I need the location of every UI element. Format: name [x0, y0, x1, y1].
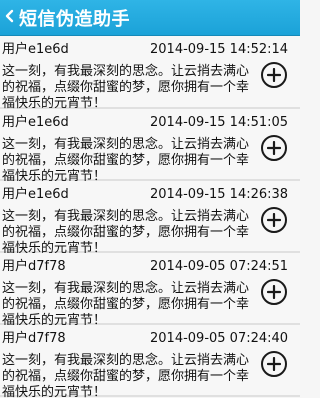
list-item[interactable]: 用户e1e6d 2014-09-15 14:51:05 这一刻，有我最深刻的思念… [0, 109, 300, 184]
sender-name: 用户d7f78 [2, 331, 66, 346]
item-header: 用户e1e6d 2014-09-15 14:26:38 [0, 186, 300, 204]
sender-name: 用户e1e6d [2, 187, 69, 202]
timestamp: 2014-09-15 14:51:05 [150, 115, 289, 130]
sender-name: 用户e1e6d [2, 42, 69, 57]
message-text: 这一刻，有我最深刻的思念。让云捎去满心的祝福，点缀你甜蜜的梦，愿你拥有一个幸福快… [2, 137, 250, 184]
list-item[interactable]: 用户d7f78 2014-09-05 07:24:40 这一刻，有我最深刻的思念… [0, 325, 300, 398]
item-header: 用户d7f78 2014-09-05 07:24:51 [0, 258, 300, 276]
add-button[interactable] [261, 207, 287, 233]
list-item[interactable]: 用户e1e6d 2014-09-15 14:52:14 这一刻，有我最深刻的思念… [0, 36, 300, 111]
add-button[interactable] [261, 135, 287, 161]
add-button[interactable] [261, 351, 287, 377]
title-bar: 短信伪造助手 [0, 0, 300, 36]
item-header: 用户d7f78 2014-09-05 07:24:40 [0, 330, 300, 348]
sender-name: 用户d7f78 [2, 259, 66, 274]
timestamp: 2014-09-05 07:24:51 [150, 259, 289, 274]
item-header: 用户e1e6d 2014-09-15 14:51:05 [0, 114, 300, 132]
timestamp: 2014-09-15 14:52:14 [150, 42, 289, 57]
add-button[interactable] [261, 62, 287, 88]
message-text: 这一刻，有我最深刻的思念。让云捎去满心的祝福，点缀你甜蜜的梦，愿你拥有一个幸福快… [2, 353, 250, 398]
app-root: 短信伪造助手 用户e1e6d 2014-09-15 14:52:14 这一刻，有… [0, 0, 300, 398]
list-item[interactable]: 用户e1e6d 2014-09-15 14:26:38 这一刻，有我最深刻的思念… [0, 181, 300, 256]
timestamp: 2014-09-15 14:26:38 [150, 187, 289, 202]
message-text: 这一刻，有我最深刻的思念。让云捎去满心的祝福，点缀你甜蜜的梦，愿你拥有一个幸福快… [2, 64, 250, 111]
add-button[interactable] [261, 279, 287, 305]
message-text: 这一刻，有我最深刻的思念。让云捎去满心的祝福，点缀你甜蜜的梦，愿你拥有一个幸福快… [2, 209, 250, 256]
plus-icon [267, 213, 281, 227]
plus-icon [267, 141, 281, 155]
message-text: 这一刻，有我最深刻的思念。让云捎去满心的祝福，点缀你甜蜜的梦，愿你拥有一个幸福快… [2, 281, 250, 328]
back-button[interactable] [1, 0, 19, 36]
page-title: 短信伪造助手 [19, 8, 130, 30]
list-item[interactable]: 用户d7f78 2014-09-05 07:24:51 这一刻，有我最深刻的思念… [0, 253, 300, 328]
item-header: 用户e1e6d 2014-09-15 14:52:14 [0, 41, 300, 59]
plus-icon [267, 68, 281, 82]
plus-icon [267, 285, 281, 299]
message-list[interactable]: 用户e1e6d 2014-09-15 14:52:14 这一刻，有我最深刻的思念… [0, 36, 300, 398]
sender-name: 用户e1e6d [2, 115, 69, 130]
timestamp: 2014-09-05 07:24:40 [150, 331, 289, 346]
chevron-left-icon [5, 8, 15, 28]
plus-icon [267, 357, 281, 371]
